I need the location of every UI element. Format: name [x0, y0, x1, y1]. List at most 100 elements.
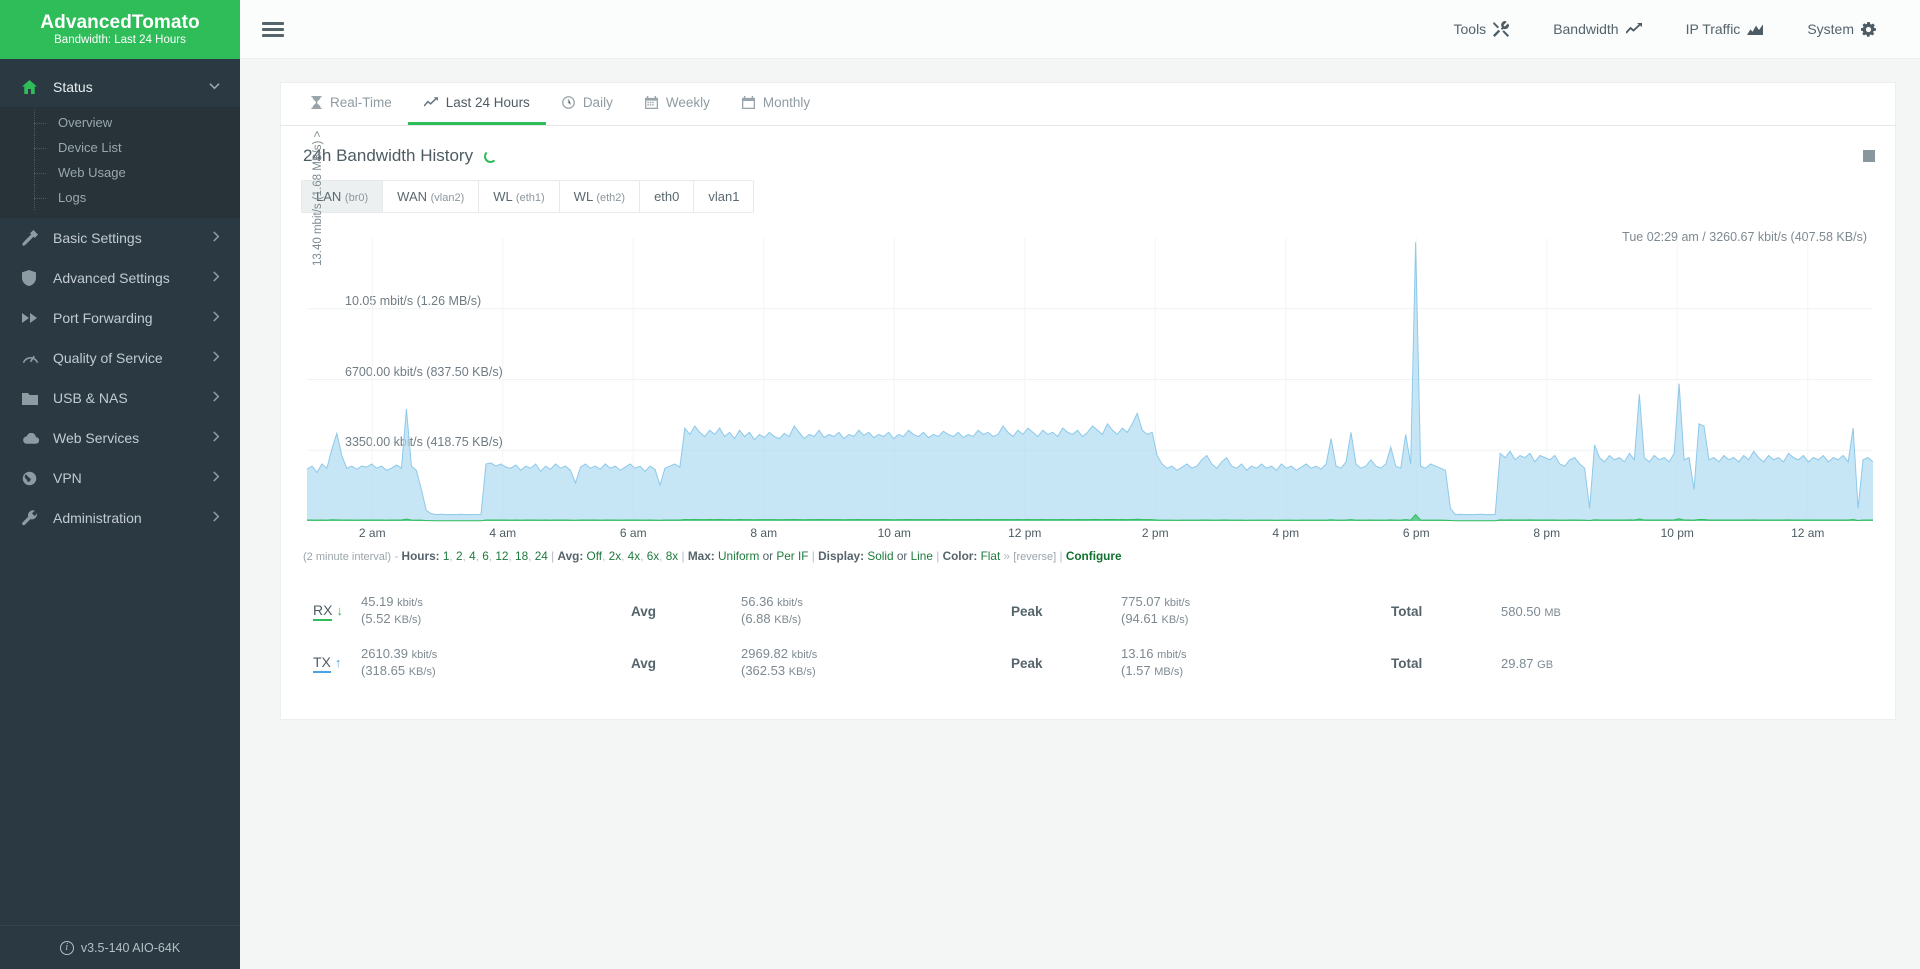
- stats-direction-tx-label: TX: [313, 654, 331, 673]
- sidebar-item-advanced-settings[interactable]: Advanced Settings: [0, 258, 240, 298]
- interface-tab-vlan1[interactable]: vlan1: [694, 181, 754, 212]
- chart-x-tick: 8 am: [750, 526, 778, 540]
- sidebar-item-administration[interactable]: Administration: [0, 498, 240, 538]
- stats-direction-rx[interactable]: RX ↓: [301, 585, 361, 637]
- interface-tab-wl-eth1[interactable]: WL (eth1): [479, 181, 560, 212]
- avg-option-4x[interactable]: 4x: [628, 549, 640, 563]
- topnav-ip-traffic[interactable]: IP Traffic: [1664, 21, 1786, 37]
- tools-icon: [1493, 21, 1510, 37]
- table-row: RX ↓ 45.19 kbit/s (5.52 KB/s) Avg 56.36 k…: [301, 585, 1875, 637]
- color-option-flat[interactable]: Flat: [981, 549, 1001, 563]
- display-label: Display:: [818, 549, 865, 563]
- topnav-system[interactable]: System: [1785, 21, 1898, 37]
- stats-rx-avg: 56.36 kbit/s (6.88 KB/s): [741, 585, 1011, 637]
- topnav-bandwidth[interactable]: Bandwidth: [1531, 21, 1663, 37]
- tab-real-time[interactable]: Real-Time: [295, 83, 408, 125]
- chevron-right-icon: [212, 511, 220, 525]
- chart-x-tick: 6 am: [619, 526, 647, 540]
- stats-rx-avg-label: Avg: [631, 603, 657, 619]
- sidebar-submenu-status: Overview Device List Web Usage Logs: [0, 107, 240, 218]
- topnav-system-label: System: [1807, 21, 1854, 37]
- hamburger-icon[interactable]: [258, 14, 288, 44]
- shield-icon: [22, 270, 44, 286]
- sidebar-subitem-web-usage[interactable]: Web Usage: [0, 160, 240, 185]
- tab-weekly[interactable]: Weekly: [629, 83, 726, 125]
- display-option-line[interactable]: Line: [911, 549, 933, 563]
- interface-tab-eth0[interactable]: eth0: [640, 181, 695, 212]
- tab-monthly[interactable]: Monthly: [726, 83, 826, 125]
- brand-subtitle: Bandwidth: Last 24 Hours: [54, 33, 186, 46]
- stats-tx-peak-unit: mbit/s: [1157, 649, 1187, 661]
- chevron-right-icon: [212, 351, 220, 365]
- hours-option-18[interactable]: 18: [515, 549, 528, 563]
- bandwidth-stats-table: RX ↓ 45.19 kbit/s (5.52 KB/s) Avg 56.36 k…: [301, 585, 1875, 689]
- sidebar-item-quality-of-service[interactable]: Quality of Service: [0, 338, 240, 378]
- sidebar-item-status[interactable]: Status: [0, 67, 240, 107]
- bandwidth-chart[interactable]: 13.40 mbit/s (1.68 MB/s) > Tue 02:29 am …: [301, 131, 1875, 543]
- tab-last-24-hours[interactable]: Last 24 Hours: [407, 83, 546, 125]
- hours-option-12[interactable]: 12: [495, 549, 508, 563]
- avg-option-6x[interactable]: 6x: [647, 549, 659, 563]
- sidebar-item-usb-nas[interactable]: USB & NAS: [0, 378, 240, 418]
- minimize-icon[interactable]: [1863, 150, 1875, 162]
- loading-spinner: [484, 149, 498, 163]
- avg-option-off[interactable]: Off: [587, 549, 603, 563]
- arrow-up-icon: ↑: [334, 654, 342, 670]
- stats-rx-peak-label: Peak: [1011, 603, 1043, 619]
- color-label: Color:: [942, 549, 978, 563]
- stats-tx-total-value: 29.87: [1501, 655, 1534, 671]
- chart-x-tick: 6 pm: [1402, 526, 1430, 540]
- tab-daily[interactable]: Daily: [546, 83, 629, 125]
- chevron-right-icon: [212, 391, 220, 405]
- table-row: TX ↑ 2610.39 kbit/s (318.65 KB/s) Avg 296…: [301, 637, 1875, 689]
- page-title: 24h Bandwidth History: [303, 146, 474, 165]
- stats-rx-current-sub: (5.52: [361, 611, 391, 626]
- interface-tab-wl-eth2[interactable]: WL (eth2): [559, 181, 641, 212]
- stats-tx-peak-label: Peak: [1011, 655, 1043, 671]
- stats-rx-peak-sub: (94.61: [1121, 611, 1158, 626]
- max-option-uniform[interactable]: Uniform: [718, 549, 759, 563]
- stats-tx-current-sub-unit: KB/s): [408, 666, 436, 678]
- stats-rx-total-value: 580.50: [1501, 603, 1541, 619]
- chart-x-tick: 10 am: [877, 526, 911, 540]
- stats-tx-current: 2610.39 kbit/s (318.65 KB/s): [361, 637, 631, 689]
- stats-tx-avg-sub-unit: KB/s): [788, 666, 816, 678]
- sidebar-subitem-logs[interactable]: Logs: [0, 185, 240, 210]
- interface-tab-wl-eth2-name: WL: [573, 189, 593, 204]
- stats-rx-total-unit: MB: [1544, 606, 1561, 619]
- brand-title: AdvancedTomato: [40, 12, 199, 33]
- chevron-down-icon: [209, 81, 220, 93]
- stats-rx-total: 580.50 MB: [1501, 585, 1875, 637]
- gauge-icon: [22, 351, 44, 365]
- display-option-solid[interactable]: Solid: [867, 549, 893, 563]
- stats-tx-current-unit: kbit/s: [411, 649, 438, 661]
- view-tabs: Real-Time Last 24 Hours Daily Weekly Mon…: [280, 82, 1896, 126]
- chart-plot-area: [306, 238, 1874, 522]
- topnav-tools[interactable]: Tools: [1432, 21, 1532, 37]
- stats-rx-peak-value: 775.07: [1121, 594, 1161, 609]
- brand-header[interactable]: AdvancedTomato Bandwidth: Last 24 Hours: [0, 0, 240, 59]
- interface-tab-vlan1-name: vlan1: [708, 189, 740, 204]
- sidebar-item-port-forwarding[interactable]: Port Forwarding: [0, 298, 240, 338]
- sidebar-item-vpn[interactable]: VPN: [0, 458, 240, 498]
- avg-option-2x[interactable]: 2x: [609, 549, 621, 563]
- tab-daily-label: Daily: [582, 95, 613, 110]
- max-option-per-if[interactable]: Per IF: [776, 549, 808, 563]
- configure-link[interactable]: Configure: [1066, 549, 1122, 563]
- interface-tab-wl-eth1-name: WL: [493, 189, 513, 204]
- color-option-reverse[interactable]: [reverse]: [1013, 551, 1056, 563]
- hours-option-24[interactable]: 24: [535, 549, 548, 563]
- stats-direction-tx[interactable]: TX ↑: [301, 637, 361, 689]
- interface-tab-wan[interactable]: WAN (vlan2): [383, 181, 480, 212]
- tab-monthly-label: Monthly: [762, 95, 811, 110]
- line-chart-icon: [423, 97, 438, 108]
- sidebar-subitem-device-list[interactable]: Device List: [0, 135, 240, 160]
- sidebar-footer: i v3.5-140 AIO-64K: [0, 925, 240, 969]
- sidebar-subitem-overview[interactable]: Overview: [0, 110, 240, 135]
- chevron-right-icon: [212, 231, 220, 245]
- avg-option-8x[interactable]: 8x: [666, 549, 678, 563]
- avg-label: Avg:: [557, 549, 584, 563]
- sidebar-item-basic-settings[interactable]: Basic Settings: [0, 218, 240, 258]
- sidebar-item-web-services[interactable]: Web Services: [0, 418, 240, 458]
- stats-rx-avg-value: 56.36: [741, 594, 774, 609]
